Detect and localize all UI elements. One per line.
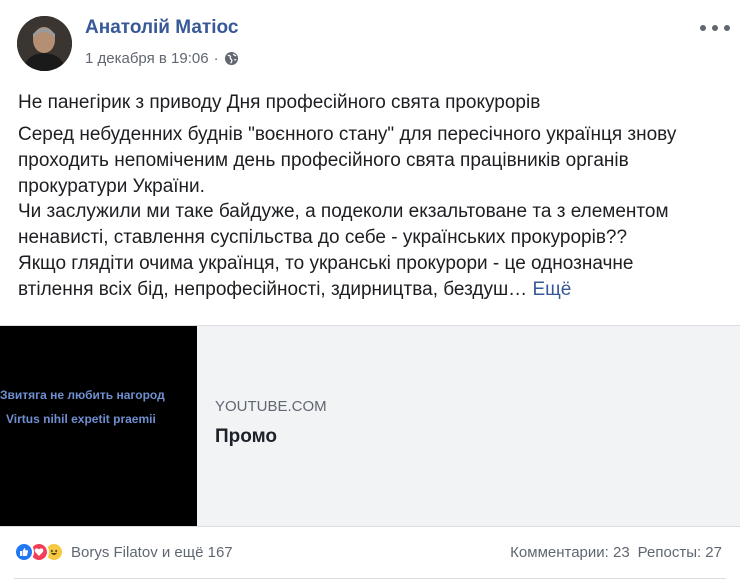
link-title[interactable]: Промо xyxy=(215,426,277,448)
post-body-line: проходить непоміченим день професійного … xyxy=(18,149,629,171)
video-thumbnail[interactable]: Звитяга не любить нагород Virtus nihil e… xyxy=(0,326,197,526)
post-body-line: Чи заслужили ми таке байдуже, а подеколи… xyxy=(18,201,669,223)
like-icon xyxy=(14,542,34,562)
meta-separator: · xyxy=(213,50,219,67)
link-preview[interactable]: Звитяга не любить нагород Virtus nihil e… xyxy=(0,325,740,527)
post-author-name[interactable]: Анатолій Матіос xyxy=(85,17,238,39)
post-body-line: Серед небуденних буднів "воєнного стану"… xyxy=(18,124,677,145)
post-meta: 1 декабря в 19:06 · xyxy=(85,50,239,67)
globe-icon[interactable] xyxy=(224,51,239,66)
avatar[interactable] xyxy=(17,16,72,71)
see-more-link[interactable]: Ещё xyxy=(532,279,571,300)
reactions-summary[interactable]: Borys Filatov и ещё 167 xyxy=(14,542,233,562)
post-body-truncated: втілення всіх бід, непрофесійності, здир… xyxy=(18,278,528,300)
thumbnail-caption-1: Звитяга не любить нагород xyxy=(0,388,165,402)
link-source: YOUTUBE.COM xyxy=(215,398,327,415)
shares-count[interactable]: Репосты: 27 xyxy=(638,544,722,561)
post-body-line: ненависті, ставлення суспільства до себе… xyxy=(18,227,628,249)
thumbnail-caption-2: Virtus nihil expetit praemii xyxy=(6,412,156,426)
post-body: Серед небуденних буднів "воєнного стану"… xyxy=(18,122,730,303)
reaction-names[interactable]: Borys Filatov и ещё 167 xyxy=(71,544,233,561)
post-body-line-last: втілення всіх бід, непрофесійності, здир… xyxy=(18,277,730,303)
post-body-line: Якщо глядіти очима українця, то укранськ… xyxy=(18,252,634,274)
facebook-post: Анатолій Матіос 1 декабря в 19:06 · Не п… xyxy=(0,0,740,584)
more-options-icon[interactable] xyxy=(700,20,730,36)
post-stats: Комментарии: 23 Репосты: 27 xyxy=(510,544,722,561)
post-body-line: прокуратури України. xyxy=(18,175,205,197)
post-timestamp[interactable]: 1 декабря в 19:06 xyxy=(85,50,209,67)
avatar-image xyxy=(17,16,72,71)
comments-count[interactable]: Комментарии: 23 xyxy=(510,544,630,561)
footer-divider xyxy=(14,578,726,579)
post-title: Не панегірик з приводу Дня професійного … xyxy=(18,92,541,113)
